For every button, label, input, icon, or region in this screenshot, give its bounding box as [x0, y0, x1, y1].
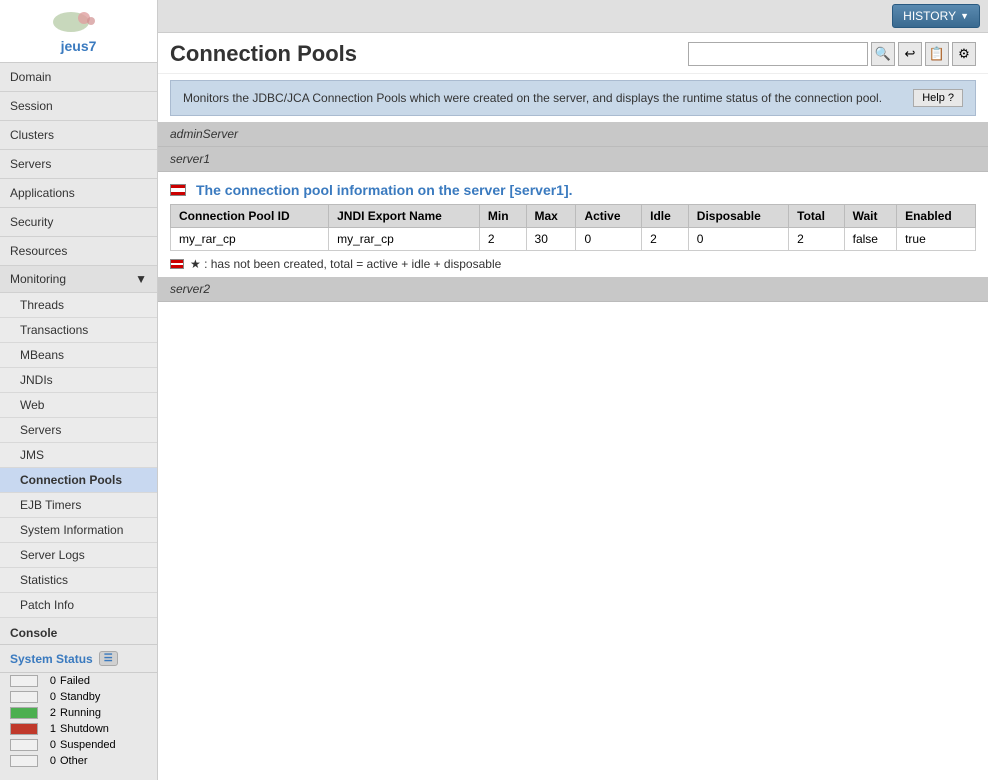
col-jndi: JNDI Export Name [329, 205, 480, 228]
system-status-header: System Status ☰ [0, 645, 157, 673]
status-suspended: 0 Suspended [0, 737, 157, 753]
sidebar-item-web[interactable]: Web [0, 393, 157, 418]
sidebar-item-session[interactable]: Session [0, 92, 157, 121]
system-status-toggle[interactable]: ☰ [99, 651, 118, 666]
settings-button[interactable]: ⚙ [952, 42, 976, 66]
content-area: Connection Pools 🔍 ↩ 📋 ⚙ Monitors the JD… [158, 33, 988, 780]
history-arrow-icon: ▼ [960, 11, 969, 21]
sidebar-item-server-logs[interactable]: Server Logs [0, 543, 157, 568]
logo[interactable]: jeus7 [0, 0, 157, 63]
history-button[interactable]: HISTORY ▼ [892, 4, 980, 28]
logo-graphic [49, 10, 109, 35]
sidebar-item-connection-pools[interactable]: Connection Pools [0, 468, 157, 493]
info-bar: Monitors the JDBC/JCA Connection Pools w… [170, 80, 976, 116]
info-text: Monitors the JDBC/JCA Connection Pools w… [183, 89, 903, 107]
col-min: Min [479, 205, 526, 228]
pool-table: Connection Pool ID JNDI Export Name Min … [170, 204, 976, 251]
refresh-button[interactable]: ↩ [898, 42, 922, 66]
sidebar: jeus7 Domain Session Clusters Servers Ap… [0, 0, 158, 780]
section-title: The connection pool information on the s… [158, 172, 988, 204]
console-label: Console [0, 618, 157, 645]
col-disposable: Disposable [688, 205, 788, 228]
export-button[interactable]: 📋 [925, 42, 949, 66]
sidebar-item-jms[interactable]: JMS [0, 443, 157, 468]
status-standby: 0 Standby [0, 689, 157, 705]
sidebar-item-resources[interactable]: Resources [0, 237, 157, 266]
sidebar-item-statistics[interactable]: Statistics [0, 568, 157, 593]
search-input[interactable] [688, 42, 868, 66]
table-cell: 2 [642, 228, 689, 251]
sidebar-item-domain[interactable]: Domain [0, 63, 157, 92]
sidebar-item-threads[interactable]: Threads [0, 293, 157, 318]
table-cell: 2 [479, 228, 526, 251]
table-cell: 0 [688, 228, 788, 251]
top-bar: HISTORY ▼ [158, 0, 988, 33]
sidebar-item-applications[interactable]: Applications [0, 179, 157, 208]
running-bar [10, 707, 38, 719]
failed-bar [10, 675, 38, 687]
sidebar-item-servers-mon[interactable]: Servers [0, 418, 157, 443]
table-cell: true [897, 228, 976, 251]
flag-icon [170, 184, 186, 196]
table-cell: 30 [526, 228, 576, 251]
standby-bar [10, 691, 38, 703]
col-active: Active [576, 205, 642, 228]
chevron-down-icon: ▼ [135, 272, 147, 286]
note-text: ★ : has not been created, total = active… [190, 257, 501, 271]
sidebar-item-servers[interactable]: Servers [0, 150, 157, 179]
sidebar-item-security[interactable]: Security [0, 208, 157, 237]
col-pool-id: Connection Pool ID [171, 205, 329, 228]
logo-text: jeus7 [61, 38, 97, 54]
table-cell: my_rar_cp [329, 228, 480, 251]
status-failed: 0 Failed [0, 673, 157, 689]
admin-server-row: adminServer [158, 122, 988, 147]
note-row: ★ : has not been created, total = active… [158, 251, 988, 277]
table-cell: my_rar_cp [171, 228, 329, 251]
table-cell: 2 [789, 228, 844, 251]
status-shutdown: 1 Shutdown [0, 721, 157, 737]
table-header-row: Connection Pool ID JNDI Export Name Min … [171, 205, 976, 228]
col-enabled: Enabled [897, 205, 976, 228]
server1-row: server1 [158, 147, 988, 172]
col-total: Total [789, 205, 844, 228]
sidebar-item-patch-info[interactable]: Patch Info [0, 593, 157, 618]
help-button[interactable]: Help ? [913, 89, 963, 107]
sidebar-item-clusters[interactable]: Clusters [0, 121, 157, 150]
table-cell: false [844, 228, 896, 251]
monitoring-section[interactable]: Monitoring ▼ [0, 266, 157, 293]
col-max: Max [526, 205, 576, 228]
table-row: my_rar_cpmy_rar_cp2300202falsetrue [171, 228, 976, 251]
status-running: 2 Running [0, 705, 157, 721]
note-flag-icon [170, 259, 184, 269]
search-button[interactable]: 🔍 [871, 42, 895, 66]
sidebar-item-mbeans[interactable]: MBeans [0, 343, 157, 368]
col-idle: Idle [642, 205, 689, 228]
other-bar [10, 755, 38, 767]
page-title: Connection Pools [170, 41, 357, 67]
status-other: 0 Other [0, 753, 157, 769]
search-bar: 🔍 ↩ 📋 ⚙ [688, 42, 976, 66]
sidebar-item-ejb-timers[interactable]: EJB Timers [0, 493, 157, 518]
col-wait: Wait [844, 205, 896, 228]
sidebar-item-jndis[interactable]: JNDIs [0, 368, 157, 393]
server2-row: server2 [158, 277, 988, 302]
table-cell: 0 [576, 228, 642, 251]
shutdown-bar [10, 723, 38, 735]
content-header: Connection Pools 🔍 ↩ 📋 ⚙ [158, 33, 988, 74]
suspended-bar [10, 739, 38, 751]
sidebar-item-transactions[interactable]: Transactions [0, 318, 157, 343]
main-content: HISTORY ▼ Connection Pools 🔍 ↩ 📋 ⚙ Monit… [158, 0, 988, 780]
sidebar-item-system-information[interactable]: System Information [0, 518, 157, 543]
